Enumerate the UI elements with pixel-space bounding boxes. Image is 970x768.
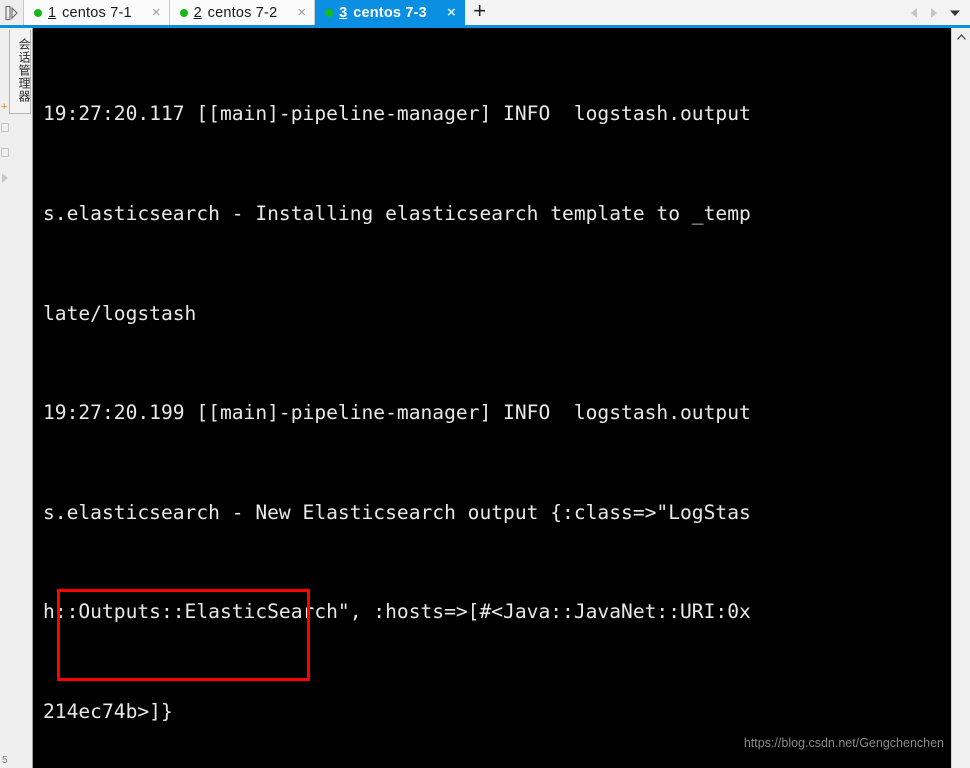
rail-corner-number: 5	[2, 755, 8, 766]
blog-watermark: https://blog.csdn.net/Gengchenchen	[743, 736, 944, 750]
tab-label: centos 7-1	[62, 4, 132, 21]
session-manager-vertical-label[interactable]: 会话管理器	[9, 30, 31, 114]
terminal-line: h::Outputs::ElasticSearch", :hosts=>[#<J…	[43, 600, 751, 624]
tab-centos-7-2[interactable]: 2 centos 7-2 ×	[169, 0, 316, 25]
tab-label: centos 7-2	[207, 4, 278, 21]
tab-centos-7-3[interactable]: 3 centos 7-3 ×	[315, 0, 465, 25]
tab-status-dot	[179, 8, 188, 17]
terminal-application-window: 1 centos 7-1 × 2 centos 7-2 × 3 centos 7…	[0, 0, 970, 768]
terminal-output[interactable]: 19:27:20.117 [[main]-pipeline-manager] I…	[33, 28, 951, 768]
tab-number: 3	[339, 4, 348, 21]
terminal-line: 19:27:20.117 [[main]-pipeline-manager] I…	[43, 102, 751, 126]
scrollbar-track[interactable]	[952, 45, 970, 768]
terminal-scrollbar[interactable]	[951, 28, 970, 768]
rail-badge: +	[1, 101, 8, 113]
tab-label: centos 7-3	[353, 4, 427, 21]
session-manager-icon	[4, 5, 18, 20]
session-manager-toggle-button[interactable]	[0, 0, 24, 25]
tab-status-dot	[34, 8, 42, 17]
chevron-down-icon[interactable]	[949, 9, 961, 17]
tab-centos-7-1[interactable]: 1 centos 7-1 ×	[24, 0, 170, 25]
tab-bar-controls	[905, 0, 970, 25]
window-body: 会话管理器 + 5 19:27:20.117 [[main]-pipeline-…	[0, 28, 970, 768]
rail-icon-group	[0, 123, 10, 183]
session-manager-rail[interactable]: 会话管理器 + 5	[0, 28, 33, 768]
tab-bar: 1 centos 7-1 × 2 centos 7-2 × 3 centos 7…	[0, 0, 970, 28]
panel-icon[interactable]	[1, 148, 9, 157]
chevron-right-icon[interactable]	[2, 173, 8, 183]
chevron-right-icon[interactable]	[929, 7, 939, 19]
close-icon[interactable]: ×	[152, 5, 161, 20]
close-icon[interactable]: ×	[447, 5, 456, 20]
tab-bar-spacer	[494, 0, 905, 25]
tab-number: 2	[193, 4, 202, 21]
tab-number: 1	[48, 4, 57, 21]
new-tab-button[interactable]: +	[464, 0, 495, 25]
terminal-line: s.elasticsearch - Installing elasticsear…	[43, 202, 751, 225]
panel-icon[interactable]	[1, 123, 9, 132]
terminal-line: late/logstash	[43, 301, 197, 325]
chevron-left-icon[interactable]	[909, 7, 919, 19]
terminal-pane: 19:27:20.117 [[main]-pipeline-manager] I…	[33, 28, 951, 768]
chevron-up-icon	[956, 33, 966, 40]
terminal-line: 214ec74b>]}	[43, 699, 173, 723]
terminal-line: s.elasticsearch - New Elasticsearch outp…	[43, 500, 751, 524]
close-icon[interactable]: ×	[297, 5, 306, 20]
terminal-line: 19:27:20.199 [[main]-pipeline-manager] I…	[43, 401, 751, 425]
tab-status-dot	[325, 8, 334, 17]
scroll-up-button[interactable]	[952, 28, 970, 45]
